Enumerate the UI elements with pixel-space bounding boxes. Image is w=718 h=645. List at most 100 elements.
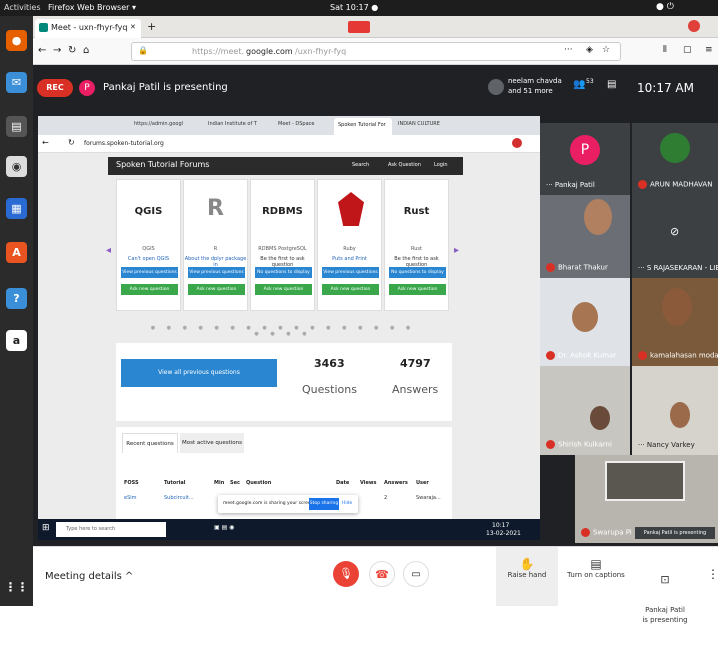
chrome-tab[interactable]: Indian Institute of T	[208, 121, 257, 127]
sharing-indicator-icon[interactable]	[348, 21, 370, 33]
chrome-back-icon[interactable]: ←	[42, 138, 49, 147]
card-latest-question[interactable]: Puts and Print	[318, 256, 381, 262]
chrome-address-bar[interactable]: ← ↻ forums.spoken-tutorial.org	[38, 135, 540, 153]
forward-icon[interactable]: →	[53, 45, 61, 56]
chrome-profile-icon[interactable]	[512, 138, 522, 148]
writer-icon[interactable]: ▦	[6, 198, 27, 219]
chrome-url: forums.spoken-tutorial.org	[84, 140, 164, 147]
windows-start-icon[interactable]: ⊞	[42, 523, 50, 533]
carousel-next-icon[interactable]: ▸	[454, 245, 459, 256]
col-answers[interactable]: Answers	[384, 480, 408, 486]
participant-tile[interactable]: ⊘ ··· S RAJASEKARAN - LIB	[632, 195, 718, 278]
participant-tile[interactable]: P ··· Pankaj Patil	[540, 123, 630, 195]
chrome-reload-icon[interactable]: ↻	[68, 138, 75, 147]
tab-meet[interactable]: Meet - uxn-fhyr-fyq ✕	[35, 19, 141, 38]
help-icon[interactable]: ?	[6, 288, 27, 309]
thunderbird-icon[interactable]: ✉	[6, 72, 27, 93]
hamburger-menu-icon[interactable]: ≡	[705, 45, 713, 55]
col-question[interactable]: Question	[246, 480, 271, 486]
participant-tile[interactable]: Swarupa Pi Pankaj Patil is presenting	[575, 455, 718, 543]
participant-name: Shirish Kulkarni	[546, 440, 612, 449]
ask-question-link[interactable]: Ask Question	[388, 162, 421, 168]
window-close-icon[interactable]	[688, 20, 700, 32]
col-min[interactable]: Min	[214, 480, 224, 486]
participant-tile[interactable]: ··· Nancy Varkey	[632, 366, 718, 455]
participants-summary[interactable]: neelam chavda and 51 more	[508, 76, 562, 96]
home-icon[interactable]: ⌂	[83, 45, 89, 56]
no-questions-button[interactable]: No questions to display	[389, 267, 446, 278]
carousel-dots[interactable]: ● ● ● ● ● ● ● ● ● ● ● ● ● ● ● ● ● ● ● ● …	[148, 325, 418, 337]
software-icon[interactable]: A	[6, 242, 27, 263]
col-sec[interactable]: Sec	[230, 480, 240, 486]
reload-icon[interactable]: ↻	[68, 45, 76, 56]
back-icon[interactable]: ←	[38, 45, 46, 56]
view-questions-button[interactable]: View previous questions	[322, 267, 379, 278]
login-link[interactable]: Login	[434, 162, 448, 168]
present-button[interactable]: ⊡ Pankaj Patil is presenting	[633, 547, 697, 624]
taskbar-search[interactable]: Type here to search	[56, 522, 166, 537]
mic-toggle-button[interactable]: 🎙	[333, 561, 359, 587]
forum-brand[interactable]: Spoken Tutorial Forums	[116, 160, 209, 169]
taskbar-apps-icon[interactable]: ▣ ▤ ◉	[214, 524, 234, 531]
row-tutorial[interactable]: Subcircuit...	[164, 495, 194, 501]
show-apps-icon[interactable]: ⋮⋮	[5, 576, 29, 597]
ask-question-button[interactable]: Ask new question	[188, 284, 245, 295]
chrome-tab[interactable]: INDIAN CULTURE	[398, 121, 440, 127]
carousel-prev-icon[interactable]: ◂	[106, 245, 111, 256]
hide-share-bar-button[interactable]: Hide	[342, 501, 352, 506]
firefox-icon[interactable]: ●	[6, 30, 27, 51]
captions-button[interactable]: ▤ Turn on captions	[563, 547, 629, 606]
view-questions-button[interactable]: View previous questions	[188, 267, 245, 278]
tab-recent-questions[interactable]: Recent questions	[122, 433, 178, 453]
system-tray-icons[interactable]: ● ⏻	[656, 2, 674, 12]
col-user[interactable]: User	[416, 480, 429, 486]
more-options-icon[interactable]: ⋮	[707, 567, 718, 581]
col-views[interactable]: Views	[360, 480, 376, 486]
col-foss[interactable]: FOSS	[124, 480, 139, 486]
lock-icon[interactable]: 🔒	[138, 46, 148, 55]
end-call-button[interactable]: ☎	[369, 561, 395, 587]
foss-card-rust: Rust Rust Be the first to ask question N…	[384, 179, 449, 311]
view-all-questions-button[interactable]: View all previous questions	[121, 359, 277, 387]
chat-icon[interactable]: ▤	[607, 79, 616, 90]
participant-tile[interactable]: Dr. Ashok Kumar	[540, 278, 630, 366]
chrome-tab[interactable]: https://admin.googl	[134, 121, 183, 127]
tab-most-active[interactable]: Most active questions	[180, 433, 244, 453]
people-icon[interactable]: 👥	[573, 79, 585, 90]
url-bar[interactable]: 🔒 https://meet. google.com /uxn-fhyr-fyq…	[131, 42, 621, 61]
raise-hand-button[interactable]: ✋ Raise hand	[496, 547, 558, 606]
meeting-details-button[interactable]: Meeting details ^	[45, 571, 133, 582]
rhythmbox-icon[interactable]: ◉	[6, 156, 27, 177]
files-icon[interactable]: ▤	[6, 116, 27, 137]
view-questions-button[interactable]: View previous questions	[121, 267, 178, 278]
bookmark-star-icon[interactable]: ☆	[602, 45, 610, 55]
library-icon[interactable]: ⫴	[663, 45, 667, 55]
page-actions-icon[interactable]: ···	[564, 45, 573, 55]
ask-question-button[interactable]: Ask new question	[255, 284, 312, 295]
row-foss[interactable]: eSim	[124, 495, 137, 501]
pocket-icon[interactable]: ◈	[586, 45, 593, 55]
ask-question-button[interactable]: Ask new question	[121, 284, 178, 295]
new-tab-button[interactable]: +	[147, 20, 156, 33]
col-tutorial[interactable]: Tutorial	[164, 480, 186, 486]
participant-tile[interactable]: Shirish Kulkarni	[540, 366, 630, 455]
sidebar-icon[interactable]: ▢	[683, 45, 692, 55]
amazon-icon[interactable]: a	[6, 330, 27, 351]
chrome-tab-active[interactable]: Spoken Tutorial For	[334, 118, 392, 135]
participant-tile[interactable]: kamalahasan modali	[632, 278, 718, 366]
app-menu[interactable]: Firefox Web Browser ▾	[48, 3, 136, 12]
no-questions-button[interactable]: No questions to display	[255, 267, 312, 278]
activities-button[interactable]: Activities	[4, 3, 41, 12]
participant-tile[interactable]: Bharat Thakur	[540, 195, 630, 278]
tab-close-icon[interactable]: ✕	[130, 23, 136, 31]
ask-question-button[interactable]: Ask new question	[322, 284, 379, 295]
stop-sharing-button[interactable]: Stop sharing	[309, 498, 339, 510]
participant-tile[interactable]: ARUN MADHAVAN	[632, 123, 718, 195]
col-date[interactable]: Date	[336, 480, 349, 486]
card-latest-question[interactable]: Can't open QGIS	[117, 256, 180, 262]
system-clock[interactable]: Sat 10:17 ●	[330, 3, 378, 12]
forum-search-link[interactable]: Search	[352, 162, 369, 168]
ask-question-button[interactable]: Ask new question	[389, 284, 446, 295]
camera-toggle-button[interactable]: ▭	[403, 561, 429, 587]
chrome-tab[interactable]: Meet - DSpace	[278, 121, 315, 127]
